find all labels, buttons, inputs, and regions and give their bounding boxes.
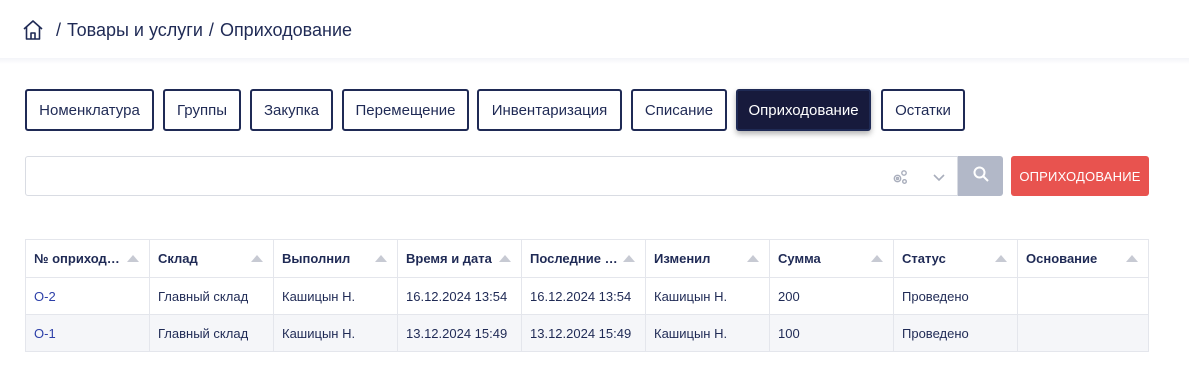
search-icon [972,165,990,188]
breadcrumb: / Товары и услуги / Оприходование [22,18,352,42]
column-header-datetime[interactable]: Время и дата [398,240,522,278]
column-header-status[interactable]: Статус [894,240,1018,278]
table-row[interactable]: О-1 Главный склад Кашицын Н. 13.12.2024 … [26,315,1149,352]
home-icon[interactable] [22,19,44,41]
column-header-number[interactable]: № оприход… [26,240,150,278]
tab-write-off[interactable]: Списание [631,89,727,131]
gears-icon[interactable] [891,168,909,186]
table-cell-number[interactable]: О-1 [26,315,150,352]
table-cell: 200 [770,278,894,315]
table-cell-status: Проведено [894,315,1018,352]
sort-up-icon[interactable] [375,255,387,262]
sort-up-icon[interactable] [871,255,883,262]
table-cell: Главный склад [150,315,274,352]
column-header-label: Время и дата [406,251,492,266]
sort-up-icon[interactable] [1126,255,1138,262]
table-cell: 13.12.2024 15:49 [522,315,646,352]
tab-purchase[interactable]: Закупка [250,89,333,131]
column-header-warehouse[interactable]: Склад [150,240,274,278]
sort-up-icon[interactable] [251,255,263,262]
search-input[interactable] [34,163,884,191]
sort-up-icon[interactable] [995,255,1007,262]
column-header-label: Склад [158,251,198,266]
search-button[interactable] [958,156,1003,196]
table-cell: 16.12.2024 13:54 [398,278,522,315]
table-cell: Кашицын Н. [274,315,398,352]
column-header-label: Изменил [654,251,711,266]
table-cell: Главный склад [150,278,274,315]
table-header-row: № оприход… Склад Выполнил Время и дата П… [26,240,1149,278]
create-receipt-button[interactable]: ОПРИХОДОВАНИЕ [1011,156,1149,196]
sort-up-icon[interactable] [623,255,635,262]
table-row[interactable]: О-2 Главный склад Кашицын Н. 16.12.2024 … [26,278,1149,315]
table-cell [1018,278,1149,315]
table-cell: 13.12.2024 15:49 [398,315,522,352]
tab-receipt[interactable]: Оприходование [736,89,871,131]
tab-groups[interactable]: Группы [163,89,241,131]
sort-up-icon[interactable] [747,255,759,262]
column-header-amount[interactable]: Сумма [770,240,894,278]
table-cell: 16.12.2024 13:54 [522,278,646,315]
column-header-performed-by[interactable]: Выполнил [274,240,398,278]
table-cell [1018,315,1149,352]
breadcrumb-separator: / [56,19,62,40]
column-header-label: Статус [902,251,946,266]
column-header-last-modified[interactable]: Последние … [522,240,646,278]
table-cell-status: Проведено [894,278,1018,315]
column-header-label: Сумма [778,251,821,266]
header-divider [0,58,1189,64]
sort-up-icon[interactable] [127,255,139,262]
table-cell-number[interactable]: О-2 [26,278,150,315]
tab-nomenclature[interactable]: Номенклатура [25,89,154,131]
search-box [25,156,958,196]
table-cell: 100 [770,315,894,352]
table-cell: Кашицын Н. [646,278,770,315]
tab-transfer[interactable]: Перемещение [342,89,469,131]
column-header-label: Основание [1026,251,1098,266]
breadcrumb-item-goods[interactable]: Товары и услуги [67,20,203,41]
column-header-label: Последние … [530,251,618,266]
column-header-label: Выполнил [282,251,351,266]
column-header-basis[interactable]: Основание [1018,240,1149,278]
table-cell: Кашицын Н. [274,278,398,315]
sort-up-icon[interactable] [499,255,511,262]
tab-inventory[interactable]: Инвентаризация [477,89,622,131]
breadcrumb-separator: / [208,19,214,40]
breadcrumb-item-current: Оприходование [219,19,353,40]
receipts-table: № оприход… Склад Выполнил Время и дата П… [25,239,1149,352]
tab-stock[interactable]: Остатки [881,89,965,131]
column-header-label: № оприход… [34,251,120,266]
column-header-modified-by[interactable]: Изменил [646,240,770,278]
table-cell: Кашицын Н. [646,315,770,352]
chevron-down-icon[interactable] [931,169,947,185]
